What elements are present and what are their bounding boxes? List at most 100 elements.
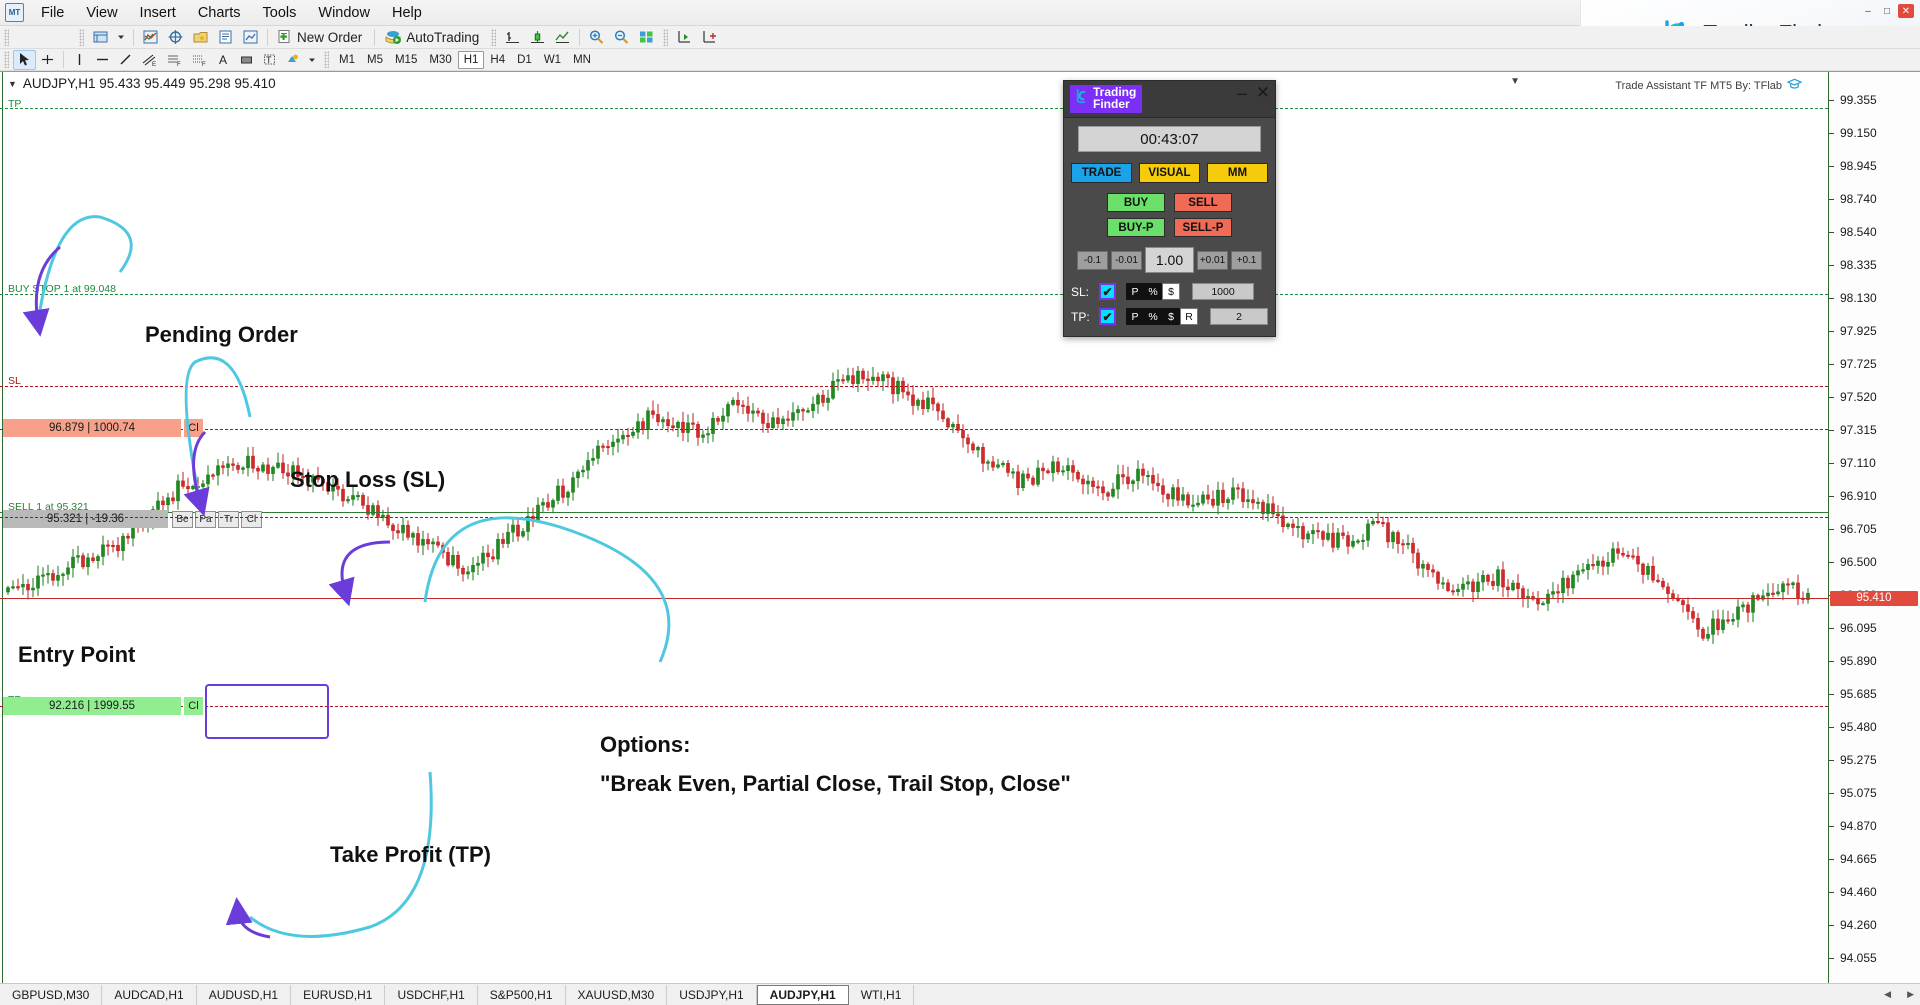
- chevron-down-icon[interactable]: [113, 27, 129, 47]
- bar-chart-icon[interactable]: [500, 27, 525, 47]
- menu-item-view[interactable]: View: [75, 2, 128, 24]
- panel-header[interactable]: Trading Finder – ✕: [1064, 81, 1275, 118]
- chevron-right-icon[interactable]: ▶: [1907, 989, 1914, 1000]
- takeprofit-unit-percent[interactable]: %: [1144, 308, 1162, 325]
- takeprofit-unit-money[interactable]: $: [1162, 308, 1180, 325]
- rectangle-icon[interactable]: [235, 50, 258, 70]
- toolbar-grip[interactable]: [491, 29, 496, 46]
- lot-increase-small-button[interactable]: +0.01: [1197, 251, 1228, 270]
- timeframe-m15[interactable]: M15: [389, 51, 423, 69]
- cursor-icon[interactable]: [13, 50, 36, 70]
- chart-tab-audjpy-h1[interactable]: AUDJPY,H1: [757, 985, 849, 1005]
- timeframe-m1[interactable]: M1: [333, 51, 361, 69]
- stoploss-checkbox[interactable]: ✔: [1099, 283, 1116, 300]
- panel-tab-visual[interactable]: VISUAL: [1139, 163, 1200, 183]
- sell-pending-button[interactable]: SELL-P: [1174, 218, 1232, 237]
- order-option-close[interactable]: Cl: [241, 511, 262, 528]
- toolbar-grip[interactable]: [324, 51, 329, 68]
- lot-increase-large-button[interactable]: +0.1: [1231, 251, 1262, 270]
- order-band-stoploss-close-button[interactable]: Cl: [184, 419, 203, 437]
- profiles-icon[interactable]: [88, 27, 113, 47]
- candlestick-chart-icon[interactable]: [525, 27, 550, 47]
- toolbar-grip[interactable]: [79, 29, 84, 46]
- auto-scroll-icon[interactable]: [672, 27, 697, 47]
- chart-tab-usdjpy-h1[interactable]: USDJPY,H1: [667, 985, 756, 1005]
- menu-item-window[interactable]: Window: [307, 2, 381, 24]
- timeframe-w1[interactable]: W1: [538, 51, 567, 69]
- takeprofit-unit-points[interactable]: P: [1126, 308, 1144, 325]
- toolbar-blank-combo[interactable]: [13, 27, 75, 47]
- data-window-icon[interactable]: [213, 27, 238, 47]
- minimize-button[interactable]: –: [1860, 4, 1876, 18]
- favorites-icon[interactable]: [188, 27, 213, 47]
- timeframe-h4[interactable]: H4: [484, 51, 511, 69]
- stoploss-unit-percent[interactable]: %: [1144, 283, 1162, 300]
- chart-tab-usdchf-h1[interactable]: USDCHF,H1: [385, 985, 477, 1005]
- lot-decrease-large-button[interactable]: -0.1: [1077, 251, 1108, 270]
- lot-decrease-small-button[interactable]: -0.01: [1111, 251, 1142, 270]
- stoploss-value-input[interactable]: 1000: [1192, 283, 1254, 300]
- toolbar-grip[interactable]: [4, 29, 9, 46]
- fibo-retracement-icon[interactable]: F: [162, 50, 187, 70]
- chart-tab-wti-h1[interactable]: WTI,H1: [849, 985, 915, 1005]
- panel-tab-trade[interactable]: TRADE: [1071, 163, 1132, 183]
- text-icon[interactable]: T: [258, 50, 281, 70]
- close-icon[interactable]: ✕: [1256, 86, 1270, 99]
- crosshair-icon[interactable]: [163, 27, 188, 47]
- equidistant-channel-icon[interactable]: E: [137, 50, 162, 70]
- menu-item-insert[interactable]: Insert: [129, 2, 187, 24]
- order-option-partial-close[interactable]: Pa: [195, 511, 216, 528]
- buy-pending-button[interactable]: BUY-P: [1107, 218, 1165, 237]
- strategy-tester-icon[interactable]: [238, 27, 263, 47]
- order-band-takeprofit-close-button[interactable]: Cl: [184, 697, 203, 715]
- price-axis[interactable]: 99.355 99.150 98.945 98.740 98.540 98.33…: [1828, 72, 1920, 984]
- shapes-icon[interactable]: [281, 50, 304, 70]
- toolbar-grip[interactable]: [4, 51, 9, 68]
- horizontal-line-icon[interactable]: [91, 50, 114, 70]
- timeframe-h1[interactable]: H1: [458, 51, 485, 69]
- timeframe-m5[interactable]: M5: [361, 51, 389, 69]
- timeframe-m30[interactable]: M30: [423, 51, 457, 69]
- toolbar-grip[interactable]: [663, 29, 668, 46]
- chevron-down-icon[interactable]: [304, 50, 320, 70]
- zoom-out-icon[interactable]: [609, 27, 634, 47]
- chevron-left-icon[interactable]: ◀: [1884, 989, 1891, 1000]
- tile-windows-icon[interactable]: [634, 27, 659, 47]
- takeprofit-checkbox[interactable]: ✔: [1099, 308, 1116, 325]
- chart-tab-sp500-h1[interactable]: S&P500,H1: [478, 985, 566, 1005]
- chart-area[interactable]: ▼ AUDJPY,H1 95.433 95.449 95.298 95.410 …: [0, 71, 1920, 983]
- stoploss-unit-money[interactable]: $: [1162, 283, 1180, 300]
- autotrading-button[interactable]: AutoTrading: [379, 27, 487, 47]
- takeprofit-unit-risk[interactable]: R: [1180, 308, 1198, 325]
- lot-size-input[interactable]: 1.00: [1145, 247, 1194, 273]
- vertical-line-icon[interactable]: [68, 50, 91, 70]
- close-button[interactable]: ✕: [1898, 4, 1914, 18]
- order-band-stoploss[interactable]: 96.879 | 1000.74 Cl: [3, 419, 203, 437]
- timeframe-d1[interactable]: D1: [511, 51, 538, 69]
- stoploss-unit-points[interactable]: P: [1126, 283, 1144, 300]
- order-band-entry[interactable]: 95.321 | -19.36 Be Pa Tr Cl: [3, 510, 262, 528]
- chart-shift-icon[interactable]: [697, 27, 722, 47]
- order-band-takeprofit[interactable]: 92.216 | 1999.55 Cl: [3, 697, 203, 715]
- trendline-icon[interactable]: [114, 50, 137, 70]
- minimize-icon[interactable]: –: [1237, 88, 1247, 98]
- zoom-in-icon[interactable]: [584, 27, 609, 47]
- takeprofit-value-input[interactable]: 2: [1210, 308, 1268, 325]
- line-chart-icon[interactable]: [550, 27, 575, 47]
- chart-tab-audcad-h1[interactable]: AUDCAD,H1: [102, 985, 196, 1005]
- menu-item-tools[interactable]: Tools: [252, 2, 308, 24]
- andrews-pitchfork-icon[interactable]: A: [212, 50, 235, 70]
- chart-tab-eurusd-h1[interactable]: EURUSD,H1: [291, 985, 385, 1005]
- sell-button[interactable]: SELL: [1174, 193, 1232, 212]
- chart-tab-gbpusd-m30[interactable]: GBPUSD,M30: [0, 985, 102, 1005]
- timeframe-mn[interactable]: MN: [567, 51, 597, 69]
- maximize-button[interactable]: □: [1879, 4, 1895, 18]
- order-option-trail-stop[interactable]: Tr: [218, 511, 239, 528]
- new-order-button[interactable]: New Order: [272, 27, 370, 47]
- buy-button[interactable]: BUY: [1107, 193, 1165, 212]
- fibo-expansion-icon[interactable]: F: [187, 50, 212, 70]
- indicators-icon[interactable]: [138, 27, 163, 47]
- trading-panel[interactable]: Trading Finder – ✕ 00:43:07 TRADE VISUAL…: [1063, 80, 1276, 337]
- menu-item-file[interactable]: File: [30, 2, 75, 24]
- chart-tab-xauusd-m30[interactable]: XAUUSD,M30: [566, 985, 668, 1005]
